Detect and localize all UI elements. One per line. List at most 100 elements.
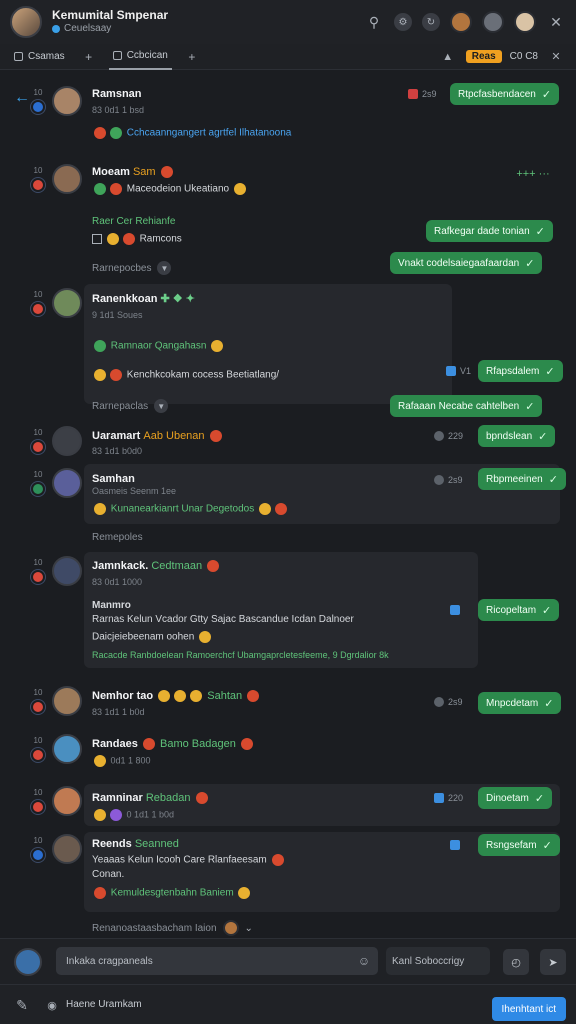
message-text-content: Ramnaor Qangahasn (110, 340, 207, 352)
reply-bubble[interactable]: Rbpmeeinen ✓ (478, 468, 566, 490)
sender-name-text: Randaes (92, 738, 138, 750)
avatar[interactable] (52, 164, 82, 194)
section-icon[interactable]: ▼ (154, 399, 169, 413)
bubble-text: Dinoetam (486, 792, 529, 804)
channel-avatar[interactable] (10, 6, 42, 38)
close-icon[interactable]: ✕ (546, 47, 566, 67)
check-icon: ✓ (541, 88, 552, 101)
member-avatar-2[interactable] (482, 11, 504, 33)
bubble-text: Rtpcfasbendacen (458, 88, 536, 100)
section-divider: Rarnepocbes ▼ (92, 261, 172, 275)
emoji-icon (110, 369, 122, 381)
check-icon: ✓ (548, 473, 558, 486)
bubble-text: Vnakt codelsaiegaafaardan (398, 257, 520, 269)
message-text-content: Cchcaanngangert agrtfel Ilhatanoona (126, 127, 292, 139)
emoji-icon (106, 233, 119, 245)
reply-icon (450, 840, 460, 850)
secondary-field[interactable]: Kanl Soboccrigy (386, 947, 490, 975)
message-input[interactable]: Inkaka cragpaneals ☺ (56, 947, 378, 975)
section-icon[interactable]: ▼ (157, 261, 172, 275)
bubble-text: Ricopeltam (486, 604, 537, 616)
reply-bubble[interactable]: Rsngsefam ✓ (478, 834, 560, 856)
sender-name-text: Moeam (92, 166, 130, 178)
time-label: 220 (448, 793, 464, 803)
bottom-label: Haene Uramkam (66, 999, 142, 1010)
emoji-icon (94, 809, 106, 821)
avatar[interactable] (52, 86, 82, 116)
reply-bubble[interactable]: bpndslean ✓ (478, 425, 556, 447)
refresh-icon[interactable]: ↻ (422, 13, 440, 31)
tab-first[interactable]: Csamas (10, 44, 69, 70)
attach-icon[interactable]: ◴ (503, 949, 529, 975)
message-head: Manmro (92, 600, 131, 611)
avatar[interactable] (52, 468, 82, 498)
reply-bubble[interactable]: Vnakt codelsaiegaafaardan ✓ (390, 252, 543, 274)
channel-icon (31, 748, 45, 762)
lock-icon[interactable]: ▲ (438, 47, 458, 67)
check-icon: ✓ (534, 792, 545, 805)
message-time (450, 840, 460, 850)
message-time (450, 605, 460, 615)
member-avatar-1[interactable] (450, 11, 472, 33)
avatar[interactable] (52, 734, 82, 764)
chevron-down-icon[interactable]: ⌄ (245, 923, 253, 934)
emoji-icon (110, 183, 122, 195)
message-time: 2s9 (434, 475, 463, 485)
avatar[interactable] (52, 556, 82, 586)
tab-second[interactable]: Ccbcican (108, 44, 172, 70)
close-icon[interactable]: ✕ (546, 12, 566, 32)
checkbox-icon[interactable] (92, 234, 102, 244)
emoji-icon (247, 690, 260, 703)
avatar[interactable] (222, 920, 239, 936)
sender-tag: Rebadan (145, 792, 191, 804)
camera-icon[interactable]: ◉ (42, 995, 62, 1015)
reply-bubble[interactable]: Ricopeltam ✓ (478, 599, 560, 621)
avatar[interactable] (52, 426, 82, 456)
avatar[interactable] (52, 786, 82, 816)
primary-button[interactable]: Ihenhtant ict (491, 997, 566, 1021)
emoji-icon (94, 183, 106, 195)
row-side: 10 (28, 688, 48, 714)
send-icon[interactable]: ➤ (540, 949, 566, 975)
message-text: Kenchkcokam cocess Beetiatlang/ (92, 369, 279, 381)
row-side: 10 (28, 428, 48, 454)
message-meta: 0 1d1 1 b0d (92, 809, 174, 821)
message-time: 229 (434, 431, 463, 441)
search-icon[interactable]: ⚲ (364, 12, 384, 32)
check-icon: ✓ (538, 430, 548, 443)
reply-bubble[interactable]: Rfapsdalem ✓ (478, 360, 563, 382)
row-side: 10 (28, 290, 48, 316)
check-icon: ✓ (535, 225, 545, 238)
bubble-text: Rsngsefam (486, 839, 537, 851)
emoji-picker-icon[interactable]: ☺ (354, 951, 374, 971)
user-avatar[interactable] (14, 948, 42, 976)
reply-bubble[interactable]: Rafaaan Necabe cahtelben ✓ (390, 395, 543, 417)
emoji-icon (209, 430, 222, 443)
message-text: Raer Cer Rehianfe (92, 216, 176, 227)
bubble-text: Rfapsdalem (486, 365, 540, 377)
channel-icon (31, 482, 45, 496)
avatar[interactable] (52, 834, 82, 864)
row-side: 10 (28, 736, 48, 762)
pen-icon[interactable]: ✎ (12, 995, 32, 1015)
emoji-icon (174, 690, 187, 703)
reply-bubble[interactable]: Mnpcdetam ✓ (478, 692, 562, 714)
reply-bubble[interactable]: Dinoetam ✓ (478, 787, 553, 809)
avatar[interactable] (52, 686, 82, 716)
emoji-icon (211, 340, 224, 352)
reply-bubble[interactable]: Rtpcfasbendacen ✓ (450, 83, 560, 105)
status-badge[interactable]: Reas (465, 50, 502, 63)
add-tab-icon[interactable]: + (182, 47, 202, 67)
emoji-icon (160, 166, 173, 179)
add-tab-icon[interactable]: + (79, 47, 99, 67)
message-meta: 83 0d1 1000 (92, 577, 143, 587)
emoji-icon (94, 340, 106, 352)
more-icon[interactable]: +++ ··· (510, 164, 556, 184)
channel-icon (31, 800, 45, 814)
emoji-icon (233, 183, 246, 195)
time-label: 2s9 (448, 697, 463, 707)
avatar[interactable] (52, 288, 82, 318)
reply-bubble[interactable]: Rafkegar dade tonian ✓ (426, 220, 553, 242)
settings-icon[interactable]: ⚙ (394, 13, 412, 31)
member-avatar-3[interactable] (514, 11, 536, 33)
